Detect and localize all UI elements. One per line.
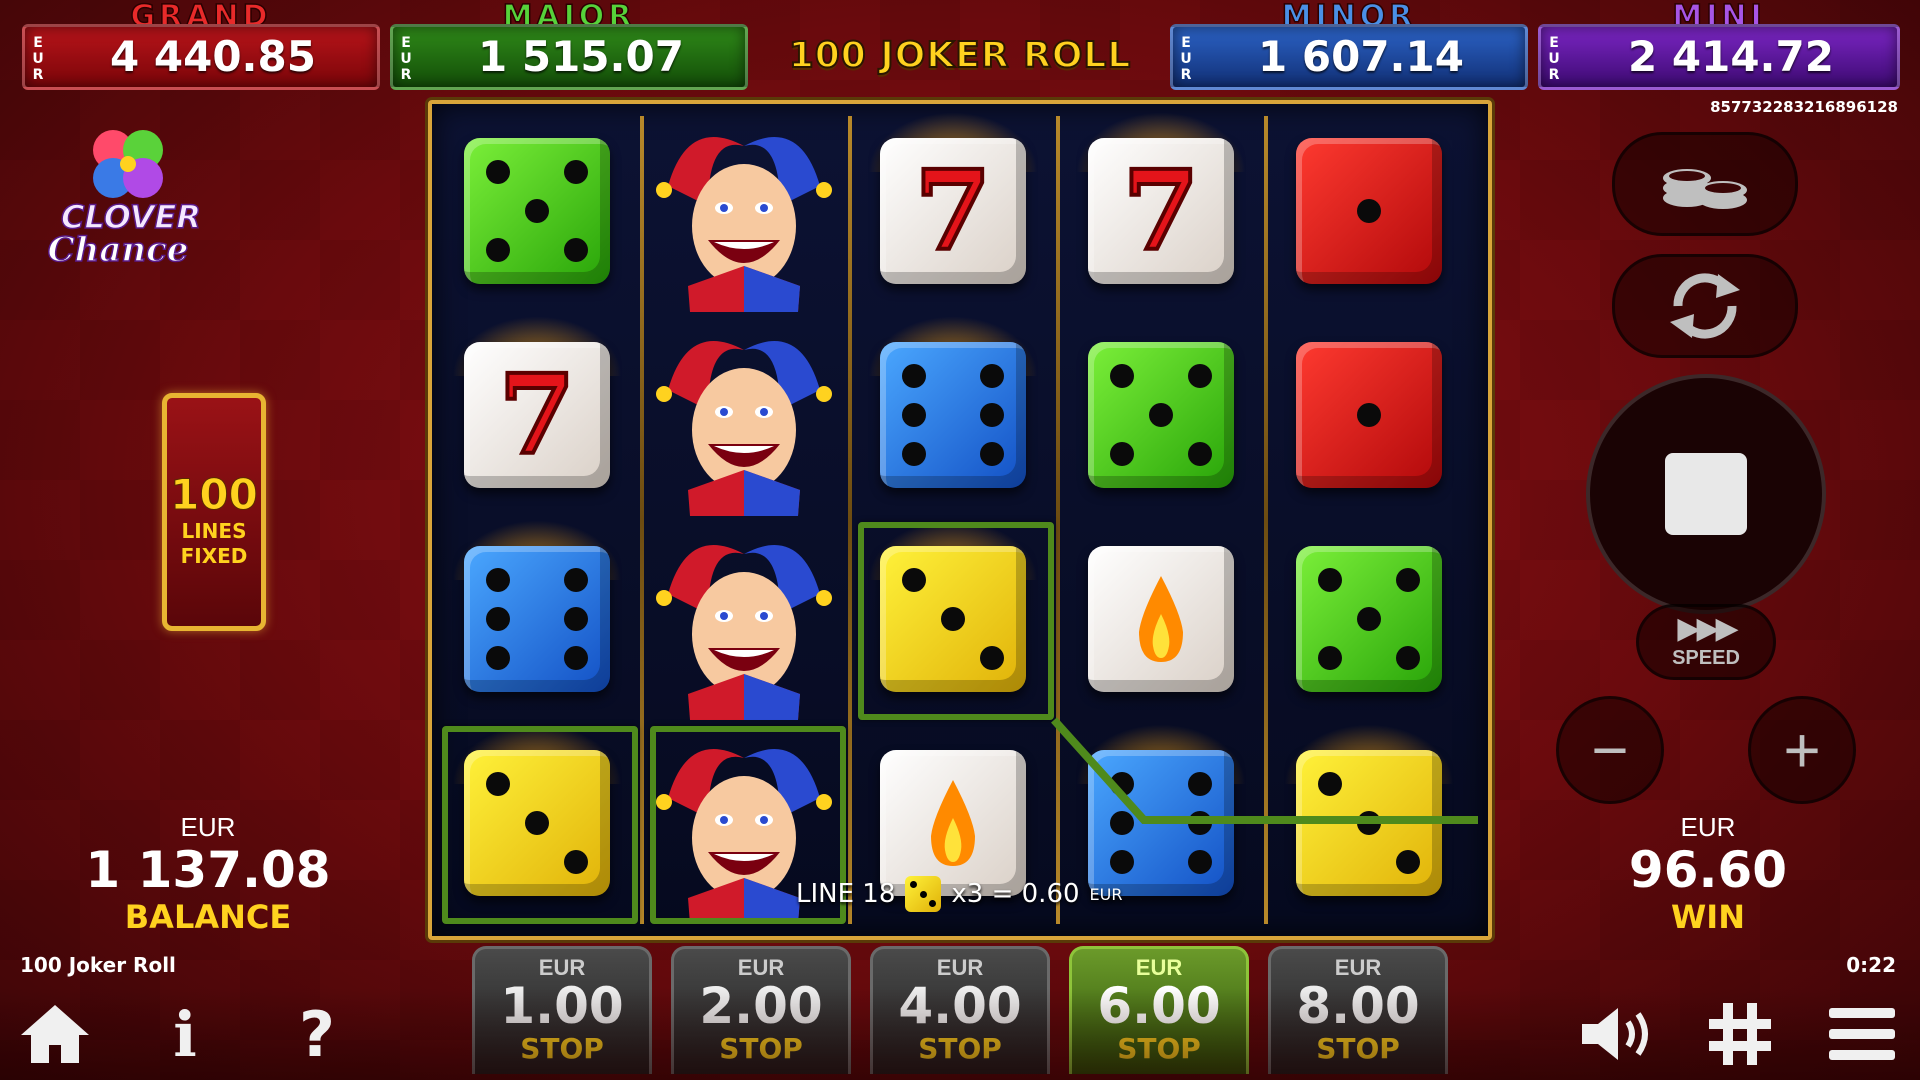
sound-button[interactable]	[1568, 996, 1668, 1072]
jackpot-grand-currency: EUR	[32, 35, 44, 83]
info-button[interactable]: i	[140, 996, 230, 1072]
game-name-label: 100 Joker Roll	[20, 953, 176, 977]
jackpot-mini-box: EUR 2 414.72	[1538, 24, 1900, 90]
jackpot-minor: MINOR EUR 1 607.14	[1170, 0, 1528, 92]
help-button[interactable]: ?	[272, 996, 362, 1072]
win-value: 96.60	[1628, 841, 1788, 899]
plus-icon: +	[1783, 714, 1821, 786]
home-icon	[21, 1005, 89, 1063]
speed-button[interactable]: ▶▶▶ SPEED	[1636, 604, 1776, 680]
jackpot-major: MAJOR EUR 1 515.07	[390, 0, 748, 92]
help-icon: ?	[299, 997, 335, 1071]
lines-count: 100	[170, 470, 259, 520]
logo-text-chance: Chance	[47, 229, 189, 271]
info-icon: i	[173, 997, 197, 1071]
autoplay-button[interactable]	[1612, 254, 1798, 358]
lines-fixed-badge: 100 LINES FIXED	[162, 393, 266, 631]
jackpot-grand-value: 4 440.85	[110, 32, 316, 81]
line-win-currency: EUR	[1089, 884, 1123, 904]
balance-display: EUR 1 137.08 BALANCE	[68, 812, 348, 936]
reel-grid: 777	[428, 100, 1492, 940]
balance-value: 1 137.08	[85, 841, 331, 899]
balance-label: BALANCE	[124, 898, 292, 936]
jackpot-major-value: 1 515.07	[478, 32, 684, 81]
bet-increase-button[interactable]: +	[1748, 696, 1856, 804]
jackpot-mini-value: 2 414.72	[1628, 32, 1834, 81]
jackpot-mini: MINI EUR 2 414.72	[1538, 0, 1900, 92]
stop-icon	[1665, 453, 1747, 535]
grid-icon	[1709, 1003, 1771, 1065]
fast-forward-icon: ▶▶▶	[1677, 612, 1738, 645]
yellow-die-icon	[905, 876, 942, 912]
payline-18	[1051, 717, 1478, 824]
jackpot-grand-box: EUR 4 440.85	[22, 24, 380, 90]
line-win-info: LINE 18 x3 = 0.60 EUR	[796, 874, 1122, 914]
lines-fixed-label: FIXED	[180, 544, 248, 568]
clover-icon	[93, 130, 163, 198]
jackpot-minor-currency: EUR	[1180, 35, 1192, 83]
home-button[interactable]	[10, 996, 100, 1072]
paytable-button[interactable]	[1690, 996, 1790, 1072]
balance-currency: EUR	[180, 812, 236, 842]
jackpot-mini-currency: EUR	[1548, 35, 1560, 83]
win-display: EUR 96.60 WIN	[1568, 812, 1848, 936]
jackpot-major-currency: EUR	[400, 35, 412, 83]
menu-icon	[1829, 1008, 1895, 1060]
coins-button[interactable]	[1612, 132, 1798, 236]
jackpot-minor-box: EUR 1 607.14	[1170, 24, 1528, 90]
win-label: WIN	[1671, 898, 1745, 936]
win-currency: EUR	[1680, 812, 1736, 842]
coins-icon	[1663, 169, 1747, 209]
menu-button[interactable]	[1812, 996, 1912, 1072]
minus-icon: −	[1591, 714, 1629, 786]
clover-chance-logo: CLOVER Chance	[38, 120, 208, 280]
autoplay-icon	[1670, 273, 1740, 339]
line-win-multiplier: x3 = 0.60	[951, 879, 1080, 909]
jackpot-major-box: EUR 1 515.07	[390, 24, 748, 90]
spin-stop-button[interactable]	[1586, 374, 1826, 614]
clock: 0:22	[1846, 953, 1896, 977]
game-title: 100 JOKER ROLL	[788, 34, 1132, 77]
bet-decrease-button[interactable]: −	[1556, 696, 1664, 804]
jackpot-minor-value: 1 607.14	[1258, 32, 1464, 81]
lines-label: LINES	[181, 519, 247, 543]
round-id: 857732283216896128	[1710, 98, 1898, 116]
jackpot-grand: GRAND EUR 4 440.85	[22, 0, 380, 92]
payline-segment	[1051, 717, 1478, 824]
line-win-line: LINE 18	[796, 879, 896, 909]
speaker-icon	[1582, 1008, 1648, 1060]
speed-label: SPEED	[1672, 647, 1740, 669]
